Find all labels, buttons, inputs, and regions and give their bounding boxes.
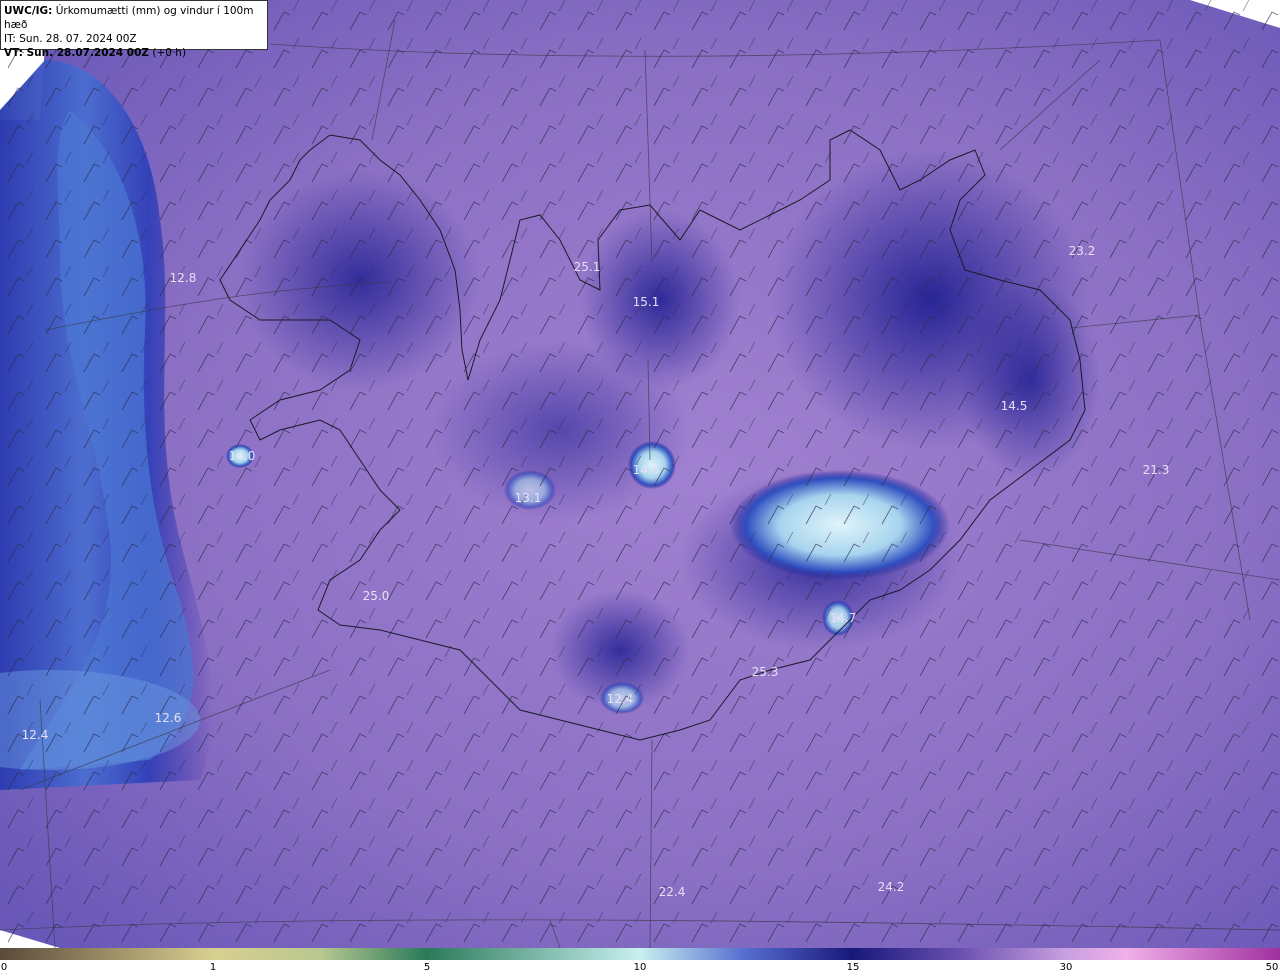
value-label: 25.1 [573,260,601,274]
colorbar-tick: 50 [1265,962,1279,973]
value-label: 25.3 [751,665,779,679]
value-label: 24.2 [877,880,905,894]
colorbar-tick: 0 [0,962,8,973]
colorbar-tick: 10 [633,962,647,973]
value-label: 14.6 [632,463,660,477]
value-label: 15.1 [632,295,660,309]
valid-time-value: VT: Sun. 28.07.2024 00Z [4,47,150,59]
initial-time-line: IT: Sun. 28. 07. 2024 00Z [4,32,264,46]
colorbar-tick: 15 [846,962,860,973]
value-label: 12.4 [21,728,49,742]
value-label: 14.0 [228,449,256,463]
value-label: 12.8 [169,271,197,285]
initial-time-value: Sun. 28. 07. 2024 00Z [19,33,137,45]
forecast-info-box: UWC/IG: Úrkomumætti (mm) og vindur í 100… [0,0,268,59]
value-label: 23.2 [1068,244,1096,258]
initial-time-label: IT: [4,33,16,45]
value-label: 22.4 [658,885,686,899]
colorbar-tick: 1 [209,962,217,973]
model-name: UWC/IG: [4,5,53,17]
value-label: 12.6 [154,711,182,725]
value-label: 21.3 [1142,463,1170,477]
value-label: 25.0 [362,589,390,603]
colorbar-tick: 30 [1059,962,1073,973]
forecast-title-line: UWC/IG: Úrkomumætti (mm) og vindur í 100… [4,4,264,32]
forecast-offset: (+0 h) [152,47,187,59]
colorbar-tick: 5 [423,962,431,973]
value-label: 13.1 [514,491,542,505]
colorbar [0,948,1280,960]
value-label: 14.7 [829,611,857,625]
value-label: 12.4 [606,692,634,706]
value-label: 14.5 [1000,399,1028,413]
valid-time-line: VT: Sun. 28.07.2024 00Z (+0 h) [4,46,264,60]
